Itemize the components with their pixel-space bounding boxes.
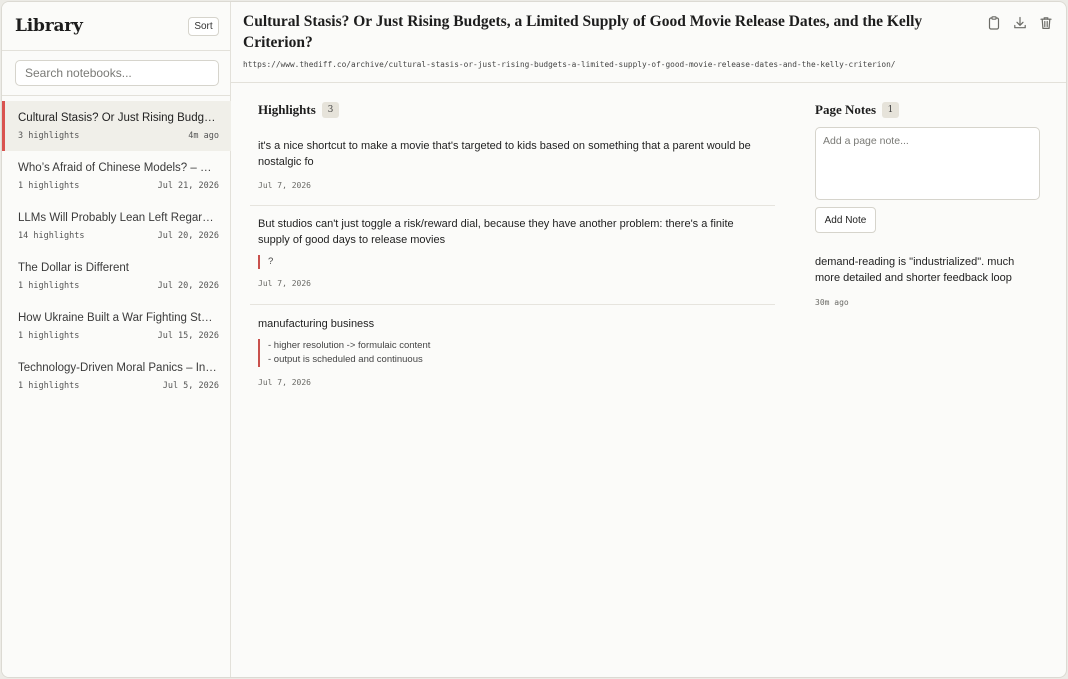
page-title: Cultural Stasis? Or Just Rising Budgets,… — [243, 13, 923, 51]
add-note-button[interactable]: Add Note — [815, 207, 876, 233]
notebook-title: Who’s Afraid of Chinese Models? – Strate… — [18, 162, 218, 174]
notebook-title: Technology-Driven Moral Panics – Interco… — [18, 362, 218, 374]
notebook-title: LLMs Will Probably Lean Left Regardless — [18, 212, 218, 224]
notebook-date: Jul 20, 2026 — [157, 281, 219, 291]
highlight-note-line: - output is scheduled and continuous — [268, 354, 423, 365]
highlight-note-line: - higher resolution -> formulaic content — [268, 340, 431, 351]
notebook-item[interactable]: How Ukraine Built a War Fighting Stat...… — [2, 301, 231, 351]
page-note-input[interactable] — [815, 127, 1040, 200]
notebook-list: Cultural Stasis? Or Just Rising Budgets,… — [2, 101, 231, 401]
highlight-text: manufacturing business — [258, 318, 375, 330]
highlights-list: it's a nice shortcut to make a movie tha… — [250, 132, 775, 395]
notebook-item[interactable]: Technology-Driven Moral Panics – Interco… — [2, 351, 231, 401]
highlight-item[interactable]: But studios can't just toggle a risk/rew… — [250, 206, 775, 305]
notebook-item[interactable]: LLMs Will Probably Lean Left Regardless … — [2, 201, 231, 251]
sidebar-header: Library Sort — [2, 2, 230, 51]
notebook-title: How Ukraine Built a War Fighting Stat... — [18, 312, 218, 324]
notebook-highlight-count: 1 highlights — [18, 331, 80, 341]
highlight-note: - higher resolution -> formulaic content… — [258, 339, 775, 367]
notebook-highlight-count: 1 highlights — [18, 281, 80, 291]
highlight-note-line: ? — [268, 256, 274, 267]
highlight-note: ? — [258, 255, 775, 269]
highlight-item[interactable]: manufacturing business - higher resoluti… — [250, 305, 775, 395]
notebook-highlight-count: 1 highlights — [18, 181, 80, 191]
notebook-highlight-count: 14 highlights — [18, 231, 85, 241]
search-notebooks-input[interactable] — [15, 60, 219, 86]
highlight-date: Jul 7, 2026 — [258, 279, 311, 288]
trash-icon[interactable] — [1038, 15, 1054, 31]
page-notes-heading: Page Notes — [815, 102, 877, 117]
highlight-date: Jul 7, 2026 — [258, 181, 311, 190]
highlight-item[interactable]: it's a nice shortcut to make a movie tha… — [250, 132, 775, 206]
notebook-date: Jul 15, 2026 — [157, 331, 219, 341]
highlight-date: Jul 7, 2026 — [258, 378, 311, 387]
notebook-highlight-count: 3 highlights — [18, 131, 80, 141]
highlights-count-badge: 3 — [322, 102, 339, 118]
library-title: Library — [15, 16, 83, 36]
notebook-item[interactable]: The Dollar is Different 1 highlights Jul… — [2, 251, 231, 301]
notebook-title: Cultural Stasis? Or Just Rising Budgets,… — [18, 112, 218, 124]
sidebar: Library Sort Cultural Stasis? Or Just Ri… — [2, 2, 231, 677]
highlight-text: But studios can't just toggle a risk/rew… — [258, 218, 734, 246]
notebook-item[interactable]: Cultural Stasis? Or Just Rising Budgets,… — [2, 101, 231, 151]
notebook-highlight-count: 1 highlights — [18, 381, 80, 391]
notebook-date: Jul 20, 2026 — [157, 231, 219, 241]
page-url[interactable]: https://www.thediff.co/archive/cultural-… — [243, 60, 895, 69]
sidebar-divider — [2, 95, 231, 96]
download-icon[interactable] — [1012, 15, 1028, 31]
notebook-date: 4m ago — [188, 131, 219, 141]
notebook-date: Jul 21, 2026 — [157, 181, 219, 191]
clipboard-icon[interactable] — [986, 15, 1002, 31]
page-notes-count-badge: 1 — [882, 102, 899, 118]
sort-button[interactable]: Sort — [188, 17, 219, 36]
page-note-text: demand-reading is "industrialized". much… — [815, 256, 1015, 284]
notebook-date: Jul 5, 2026 — [162, 381, 219, 391]
header-actions — [986, 15, 1054, 31]
highlight-text: it's a nice shortcut to make a movie tha… — [258, 140, 751, 168]
page-header: Cultural Stasis? Or Just Rising Budgets,… — [231, 2, 1066, 83]
app-window: Library Sort Cultural Stasis? Or Just Ri… — [1, 1, 1067, 678]
main-panel: Cultural Stasis? Or Just Rising Budgets,… — [231, 2, 1066, 677]
page-note-time: 30m ago — [815, 298, 849, 307]
highlights-heading: Highlights — [258, 102, 316, 117]
notebook-title: The Dollar is Different — [18, 262, 129, 274]
notebook-item[interactable]: Who’s Afraid of Chinese Models? – Strate… — [2, 151, 231, 201]
